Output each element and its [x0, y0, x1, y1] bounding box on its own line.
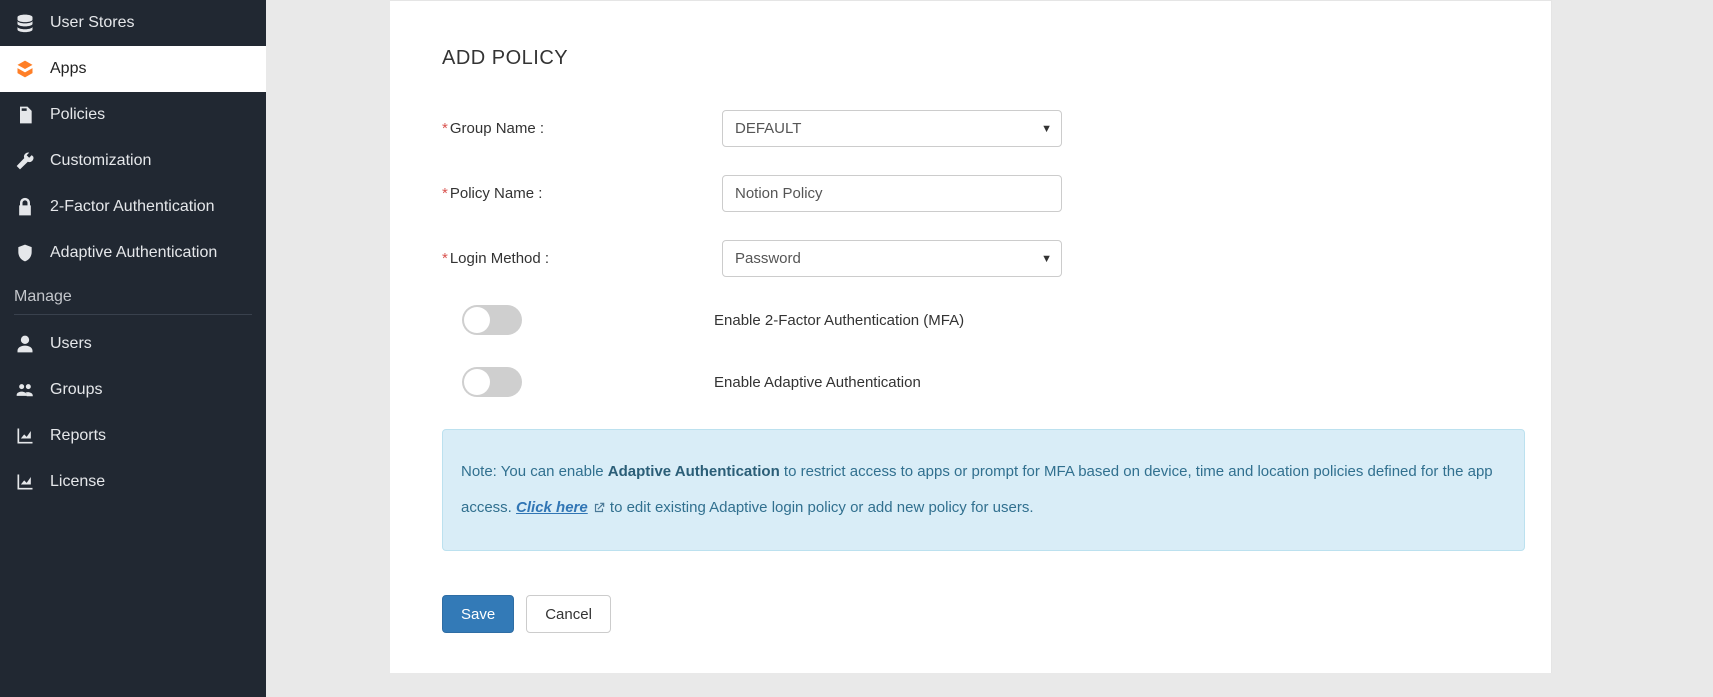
- document-icon: [14, 104, 36, 126]
- toggle-knob: [464, 307, 490, 333]
- cancel-button[interactable]: Cancel: [526, 595, 611, 633]
- row-policy-name: *Policy Name :: [442, 175, 1525, 212]
- sidebar-item-2fa[interactable]: 2-Factor Authentication: [0, 184, 266, 230]
- sidebar-item-label: Groups: [50, 381, 102, 399]
- sidebar-item-label: License: [50, 473, 105, 491]
- sidebar-item-adaptive-auth[interactable]: Adaptive Authentication: [0, 230, 266, 276]
- sidebar-divider: [14, 314, 252, 315]
- chart-icon: [14, 425, 36, 447]
- select-group-name[interactable]: DEFAULT: [722, 110, 1062, 147]
- content-area: ADD POLICY *Group Name : DEFAULT ▼ *Poli…: [266, 0, 1713, 697]
- sidebar-item-apps[interactable]: Apps: [0, 46, 266, 92]
- row-toggle-adaptive: Enable Adaptive Authentication: [442, 367, 1525, 397]
- sidebar-item-label: Users: [50, 335, 92, 353]
- sidebar-item-label: Customization: [50, 152, 151, 170]
- label-policy-name: *Policy Name :: [442, 185, 722, 202]
- save-button[interactable]: Save: [442, 595, 514, 633]
- sidebar-item-label: User Stores: [50, 14, 134, 32]
- sidebar-item-users[interactable]: Users: [0, 321, 266, 367]
- row-group-name: *Group Name : DEFAULT ▼: [442, 110, 1525, 147]
- group-icon: [14, 379, 36, 401]
- sidebar-item-groups[interactable]: Groups: [0, 367, 266, 413]
- button-row: Save Cancel: [442, 595, 1525, 633]
- sidebar-item-label: Adaptive Authentication: [50, 244, 217, 262]
- sidebar-item-reports[interactable]: Reports: [0, 413, 266, 459]
- note-bold: Adaptive Authentication: [608, 463, 780, 480]
- select-login-method[interactable]: Password: [722, 240, 1062, 277]
- external-link-icon: [592, 501, 606, 515]
- box-icon: [14, 58, 36, 80]
- database-icon: [14, 12, 36, 34]
- shield-icon: [14, 242, 36, 264]
- toggle-knob: [464, 369, 490, 395]
- sidebar-item-label: Reports: [50, 427, 106, 445]
- wrench-icon: [14, 150, 36, 172]
- note-text-suffix: to edit existing Adaptive login policy o…: [606, 499, 1034, 516]
- sidebar-item-label: Apps: [50, 60, 86, 78]
- sidebar-item-customization[interactable]: Customization: [0, 138, 266, 184]
- row-toggle-mfa: Enable 2-Factor Authentication (MFA): [442, 305, 1525, 335]
- user-icon: [14, 333, 36, 355]
- sidebar: User Stores Apps Policies Customization …: [0, 0, 266, 697]
- note-link[interactable]: Click here: [516, 499, 588, 516]
- sidebar-item-license[interactable]: License: [0, 459, 266, 505]
- note-box: Note: You can enable Adaptive Authentica…: [442, 429, 1525, 551]
- sidebar-item-label: 2-Factor Authentication: [50, 198, 215, 216]
- lock-icon: [14, 196, 36, 218]
- label-group-name: *Group Name :: [442, 120, 722, 137]
- label-toggle-mfa: Enable 2-Factor Authentication (MFA): [714, 312, 964, 329]
- chart-icon: [14, 471, 36, 493]
- form-card: ADD POLICY *Group Name : DEFAULT ▼ *Poli…: [390, 0, 1552, 673]
- toggle-adaptive[interactable]: [462, 367, 522, 397]
- sidebar-item-policies[interactable]: Policies: [0, 92, 266, 138]
- sidebar-section-header: Manage: [0, 276, 266, 314]
- input-policy-name[interactable]: [722, 175, 1062, 212]
- sidebar-item-user-stores[interactable]: User Stores: [0, 0, 266, 46]
- sidebar-item-label: Policies: [50, 106, 105, 124]
- page-title: ADD POLICY: [442, 47, 1525, 70]
- note-text-prefix: Note: You can enable: [461, 463, 608, 480]
- label-toggle-adaptive: Enable Adaptive Authentication: [714, 374, 921, 391]
- label-login-method: *Login Method :: [442, 250, 722, 267]
- row-login-method: *Login Method : Password ▼: [442, 240, 1525, 277]
- toggle-mfa[interactable]: [462, 305, 522, 335]
